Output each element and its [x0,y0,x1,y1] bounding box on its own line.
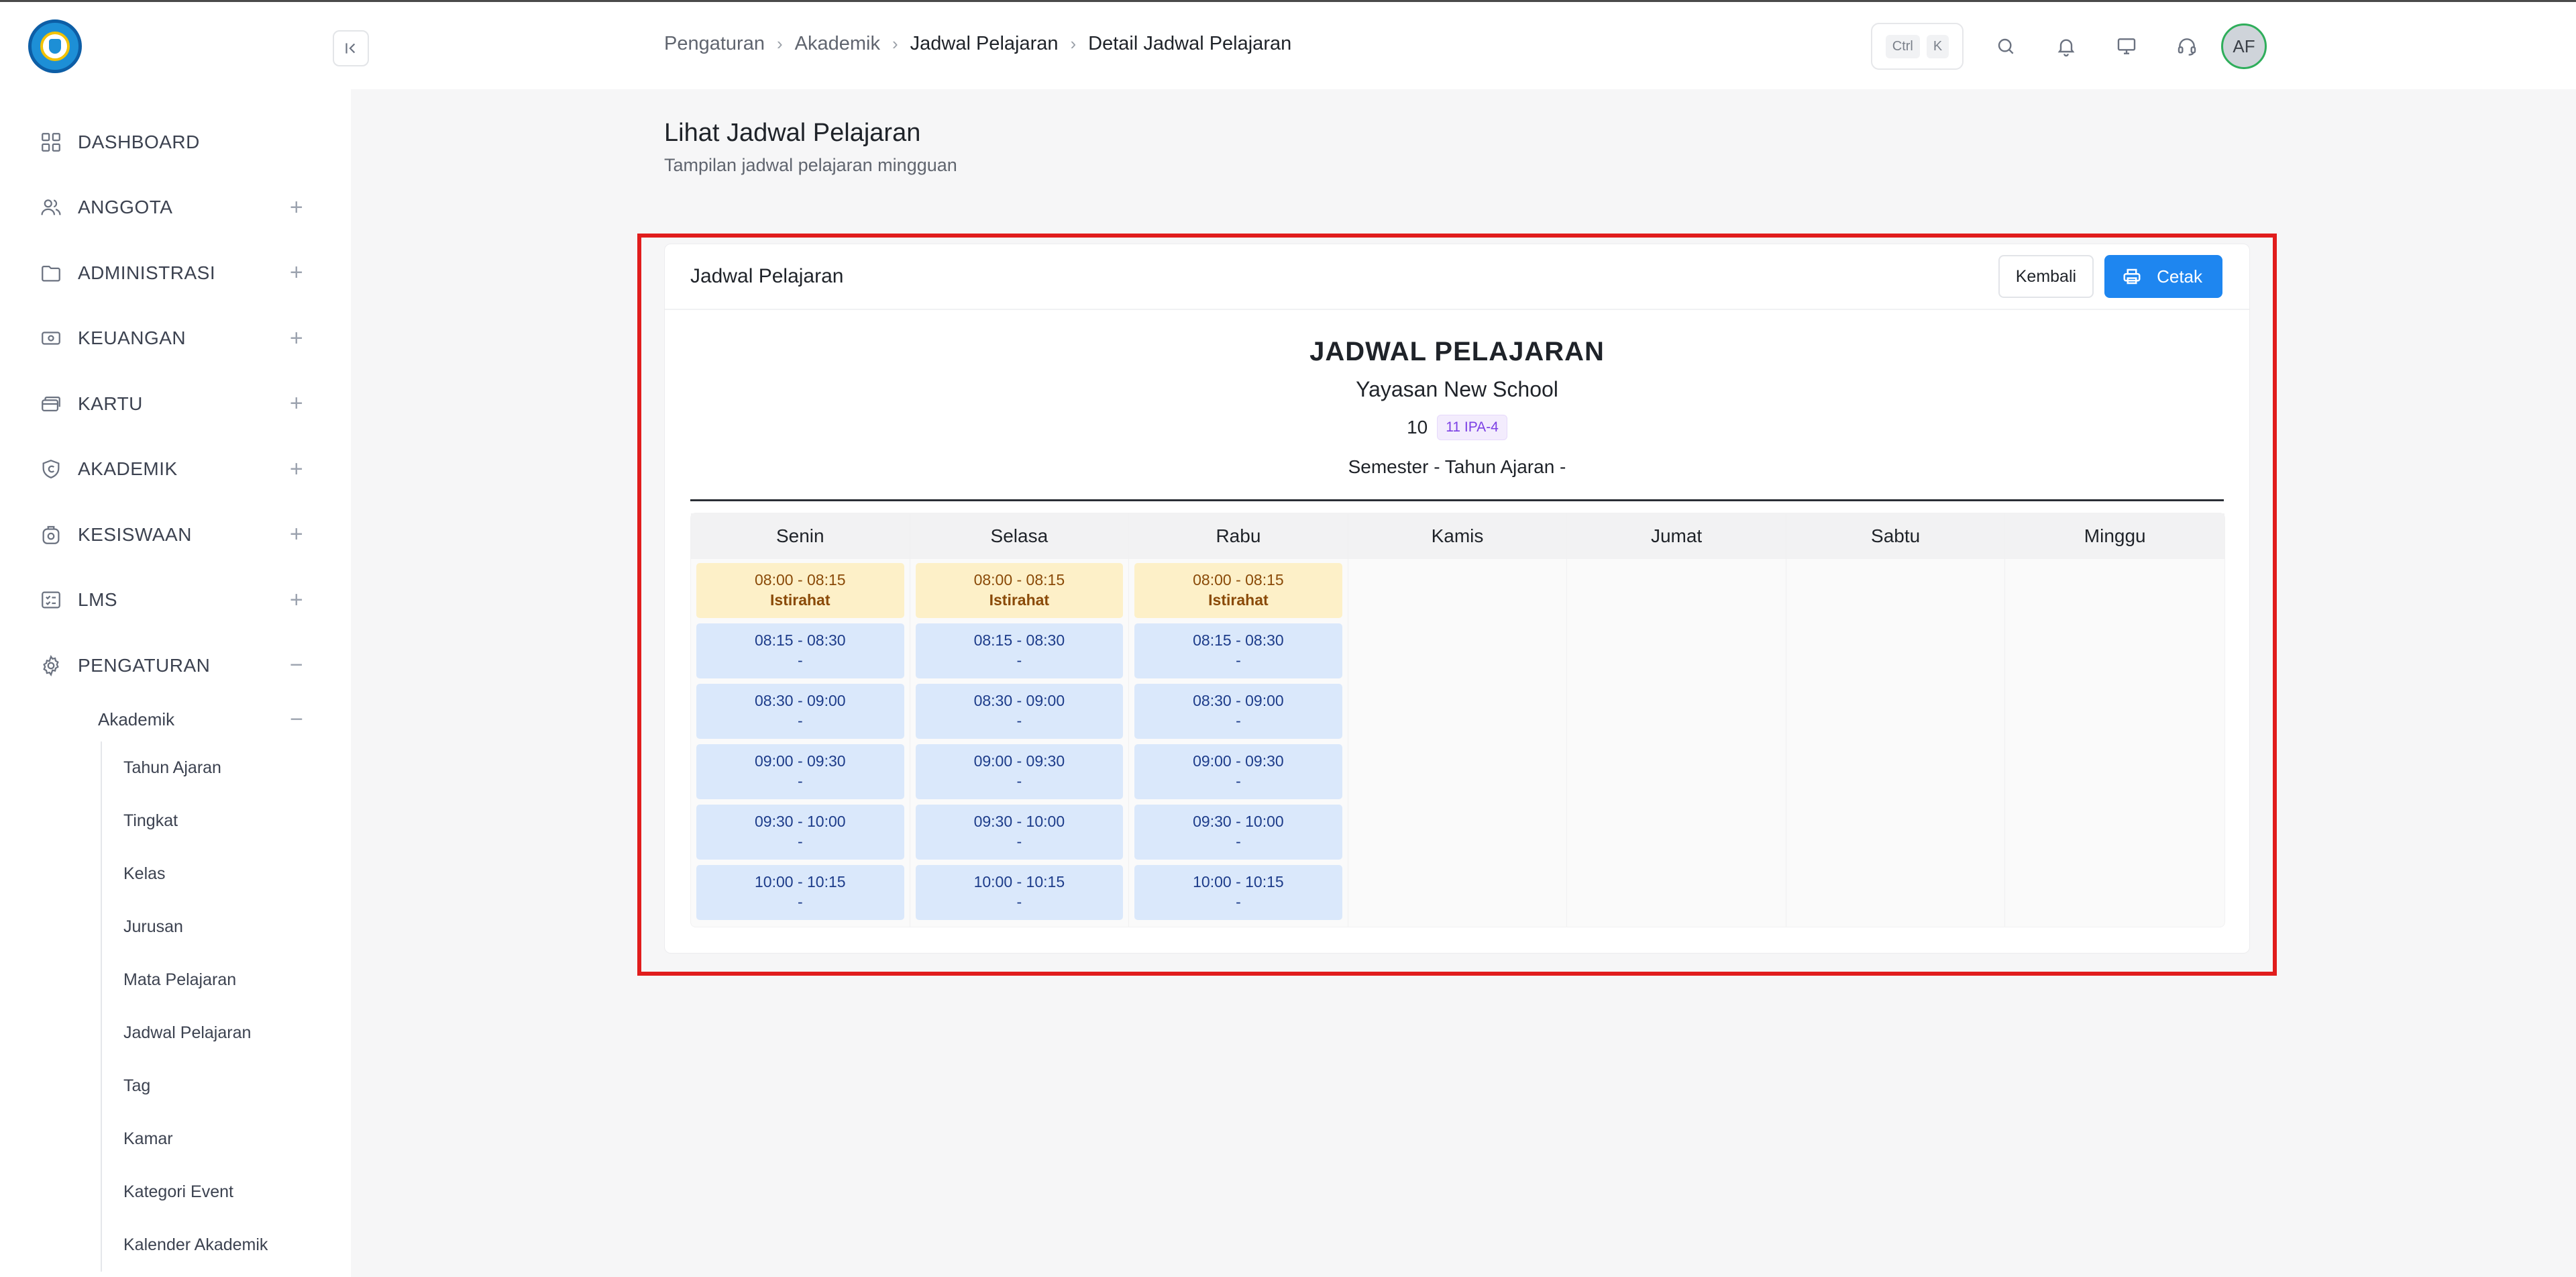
sidebar-item-label: KARTU [78,393,143,414]
support-button[interactable] [2157,23,2217,70]
student-icon [39,523,63,547]
plus-icon[interactable]: + [286,195,307,221]
sidebar-item-label: PENGATURAN [78,654,211,676]
sidebar-item-label: KESISWAAN [78,523,192,545]
sidebar-link-tahun-ajaran[interactable]: Tahun Ajaran [102,742,351,795]
sidebar-item-kesiswaan[interactable]: KESISWAAN + [0,502,351,568]
sidebar-link-kamar[interactable]: Kamar [102,1113,351,1166]
plus-icon[interactable]: + [286,587,307,613]
sidebar-link-jurusan[interactable]: Jurusan [102,901,351,954]
command-palette-button[interactable]: Ctrl K [1871,23,1964,70]
money-icon [39,326,63,350]
sidebar-item-label: ADMINISTRASI [78,262,216,283]
topbar: Pengaturan › Akademik › Jadwal Pelajaran… [351,2,2576,89]
sidebar-item-kartu[interactable]: KARTU + [0,371,351,437]
sidebar-item-akademik[interactable]: AKADEMIK + [0,437,351,503]
kbd-k: K [1926,34,1949,58]
chevron-right-icon: › [776,34,783,54]
grid-icon [39,130,63,154]
sidebar-link-jadwal-pelajaran[interactable]: Jadwal Pelajaran [102,1007,351,1060]
app-logo[interactable] [28,19,82,73]
page-title: Lihat Jadwal Pelajaran [664,119,921,147]
sidebar-link-mata-pelajaran[interactable]: Mata Pelajaran [102,954,351,1007]
academic-icon [39,457,63,481]
plus-icon[interactable]: + [286,521,307,548]
breadcrumb-item-akademik[interactable]: Akademik [795,33,880,55]
chevron-right-icon: › [892,34,898,54]
sidebar-item-label: ANGGOTA [78,197,173,218]
sidebar-item-pengaturan[interactable]: PENGATURAN − [0,633,351,699]
display-button[interactable] [2096,23,2157,70]
collapse-left-icon [345,43,356,54]
plus-icon[interactable]: + [286,391,307,417]
sidebar-item-label: LMS [78,589,118,611]
collapse-sidebar-button[interactable] [333,30,369,66]
topbar-actions: Ctrl K AF [1871,22,2267,70]
sidebar-link-kelas[interactable]: Kelas [102,848,351,901]
breadcrumb-item-jadwal-pelajaran[interactable]: Jadwal Pelajaran [910,33,1059,55]
page-subtitle: Tampilan jadwal pelajaran mingguan [664,155,957,175]
monitor-icon [2117,38,2136,54]
sidebar-link-tag[interactable]: Tag [102,1060,351,1113]
users-icon [39,195,63,219]
breadcrumb-item-pengaturan[interactable]: Pengaturan [664,33,765,55]
sidebar-link-kategori-event[interactable]: Kategori Event [102,1166,351,1219]
minus-icon[interactable]: − [286,707,307,733]
avatar[interactable]: AF [2221,23,2267,69]
headset-icon [2178,38,2196,56]
search-button[interactable] [1976,23,2036,70]
sidebar-nav: DASHBOARD ANGGOTA + ADMINISTRASI + KEUAN… [0,109,351,1272]
search-icon [1998,38,2014,54]
sidebar-item-label: KEUANGAN [78,327,186,349]
sidebar-subitem-akademik[interactable]: Akademik − [0,699,351,742]
breadcrumb-item-current: Detail Jadwal Pelajaran [1088,33,1292,54]
sidebar-item-label: DASHBOARD [78,131,200,152]
sidebar-item-label: AKADEMIK [78,458,178,480]
chevron-right-icon: › [1070,34,1077,54]
card-icon [39,392,63,416]
gear-icon [39,654,63,678]
sidebar-link-kalender-akademik[interactable]: Kalender Akademik [102,1219,351,1272]
bell-icon [2057,39,2075,57]
kbd-ctrl: Ctrl [1885,34,1920,58]
sidebar-subsub-list: Tahun Ajaran Tingkat Kelas Jurusan Mata … [101,741,351,1272]
sidebar-item-lms[interactable]: LMS + [0,568,351,633]
highlight-box [637,234,2277,976]
plus-icon[interactable]: + [286,456,307,482]
notifications-button[interactable] [2036,23,2096,70]
sidebar-item-administrasi[interactable]: ADMINISTRASI + [0,240,351,306]
folder-icon [39,261,63,285]
list-icon [39,588,63,612]
minus-icon[interactable]: − [286,652,307,678]
plus-icon[interactable]: + [286,260,307,286]
sidebar: DASHBOARD ANGGOTA + ADMINISTRASI + KEUAN… [0,2,351,1277]
sidebar-item-keuangan[interactable]: KEUANGAN + [0,306,351,372]
sidebar-item-dashboard[interactable]: DASHBOARD [0,109,351,175]
sidebar-subitem-label: Akademik [98,709,175,729]
sidebar-item-anggota[interactable]: ANGGOTA + [0,175,351,241]
breadcrumb: Pengaturan › Akademik › Jadwal Pelajaran… [664,33,1291,55]
plus-icon[interactable]: + [286,325,307,352]
sidebar-link-tingkat[interactable]: Tingkat [102,795,351,848]
